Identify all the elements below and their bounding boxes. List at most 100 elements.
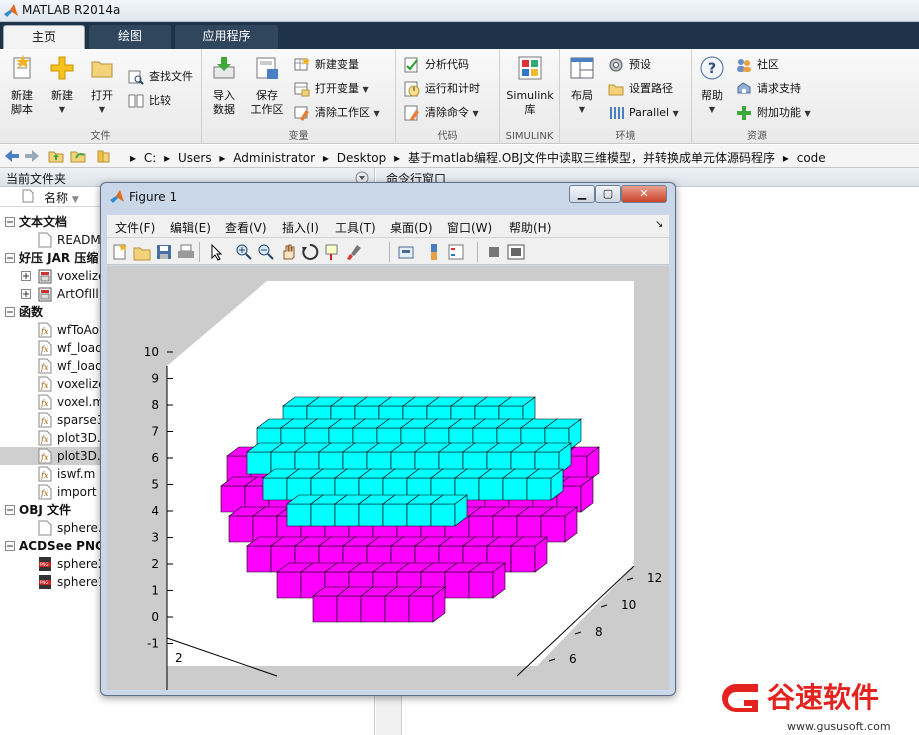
tab-plots[interactable]: 绘图 [89,25,171,49]
new-figure-icon[interactable] [111,243,129,261]
minus-icon[interactable] [5,217,15,227]
help-button[interactable]: ? 帮助 ▼ [696,55,728,117]
request-support-button[interactable]: 请求支持 [736,79,801,99]
function-icon: fx [38,376,52,392]
breadcrumb-item[interactable]: 基于matlab编程.OBJ文件中读取三维模型，并转换成单元体源码程序 [408,151,775,165]
legend-icon[interactable] [447,243,465,261]
find-files-button[interactable]: 查找文件 [128,67,193,87]
clear-workspace-button[interactable]: 清除工作区 ▼ [294,103,380,123]
print-icon[interactable] [177,243,195,261]
add-ons-button[interactable]: 附加功能 ▼ [736,103,811,123]
browse-folder-icon[interactable] [70,148,86,164]
hide-plot-tools-icon[interactable] [485,243,503,261]
zoom-in-icon[interactable] [235,243,253,261]
ribbon-group-file: 新建 脚本 新建 ▼ 打开 ▼ 查找文件 比较 文件 [0,49,202,144]
up-folder-icon[interactable] [48,148,64,164]
community-button[interactable]: 社区 [736,55,779,75]
simulink-library-button[interactable]: Simulink 库 [504,55,556,117]
import-data-icon [213,57,235,79]
breadcrumb-item[interactable]: C: [144,151,156,165]
menu-insert[interactable]: 插入(I) [282,219,319,236]
open-variable-label: 打开变量 [315,82,359,95]
brush-icon[interactable] [345,243,363,261]
crumb-separator-icon: ▸ [219,151,226,165]
minimize-button[interactable]: ▁ [569,185,595,203]
link-icon[interactable] [397,243,415,261]
voxel-plot[interactable]: 109876543210-11210862 [107,266,669,690]
back-arrow-icon[interactable] [4,148,20,164]
data-cursor-icon[interactable] [323,243,341,261]
tab-apps[interactable]: 应用程序 [175,25,278,49]
watermark-url: www.gususoft.com [787,720,891,733]
compare-button[interactable]: 比较 [128,91,171,111]
plus-icon[interactable] [21,289,31,299]
menu-tools[interactable]: 工具(T) [335,219,376,236]
menu-file[interactable]: 文件(F) [115,219,155,236]
rotate-icon[interactable] [301,243,319,261]
y-tick-label: 8 [595,625,603,639]
plus-icon[interactable] [21,271,31,281]
menu-edit[interactable]: 编辑(E) [170,219,211,236]
breadcrumb-item[interactable]: Desktop [337,151,387,165]
clear-commands-button[interactable]: 清除命令 ▼ [404,103,479,123]
breadcrumb-item[interactable]: code [797,151,826,165]
minus-icon[interactable] [5,505,15,515]
save-workspace-button[interactable]: 保存 工作区 [246,55,288,117]
menu-desktop[interactable]: 桌面(D) [390,219,433,236]
svg-text:fx: fx [40,345,49,354]
sort-arrow-icon: ▼ [71,195,79,205]
maximize-button[interactable]: ▢ [595,185,621,203]
help-icon: ? [700,56,724,80]
function-icon: fx [38,394,52,410]
svg-text:fx: fx [40,417,49,426]
breadcrumb-item[interactable]: Administrator [233,151,315,165]
tab-home[interactable]: 主页 [3,25,85,49]
breadcrumb-item[interactable]: Users [178,151,212,165]
pan-icon[interactable] [279,243,297,261]
colorbar-icon[interactable] [425,243,443,261]
save-icon[interactable] [155,243,173,261]
z-tick-label: 0 [151,610,159,624]
crumb-separator-icon: ▸ [782,151,789,165]
set-path-icon [608,84,624,96]
preferences-button[interactable]: 预设 [608,55,651,75]
minus-icon[interactable] [5,307,15,317]
voxel-front-face [246,545,272,573]
show-plot-tools-icon[interactable] [507,243,525,261]
close-button[interactable]: ✕ [621,185,667,203]
new-script-button[interactable]: 新建 脚本 [4,55,40,117]
menu-view[interactable]: 查看(V) [225,219,267,236]
forward-arrow-icon[interactable] [24,148,40,164]
open-icon[interactable] [133,243,151,261]
ribbon-group-environment: 布局 ▼ 预设 设置路径 Parallel ▼ 环境 [560,49,692,144]
svg-text:fx: fx [40,363,49,372]
import-data-button[interactable]: 导入 数据 [206,55,242,117]
clear-commands-label: 清除命令 [425,106,469,119]
zoom-out-icon[interactable] [257,243,275,261]
minus-icon[interactable] [5,253,15,263]
analyze-code-button[interactable]: 分析代码 [404,55,469,75]
figure-window[interactable]: Figure 1 ▁ ▢ ✕ 文件(F) 编辑(E) 查看(V) 插入(I) 工… [100,182,676,696]
chevron-down-icon: ▼ [472,109,479,118]
tree-group-label: 文本文档 [19,215,68,229]
request-support-icon [737,82,751,94]
figure-canvas[interactable]: 10 9 8 7 6 5 4 3 2 1 0 -1 12 10 8 6 2 [107,266,669,690]
menu-window[interactable]: 窗口(W) [447,219,492,236]
menu-help[interactable]: 帮助(H) [509,219,551,236]
new-button[interactable]: 新建 ▼ [44,55,80,117]
dock-arrow-icon[interactable]: ↘ [655,219,663,230]
minus-icon[interactable] [5,541,15,551]
set-path-button[interactable]: 设置路径 [608,79,673,99]
parallel-label: Parallel [629,106,670,119]
figure-menubar: 文件(F) 编辑(E) 查看(V) 插入(I) 工具(T) 桌面(D) 窗口(W… [107,215,669,237]
parallel-button[interactable]: Parallel ▼ [608,103,679,123]
voxel-front-face [468,571,494,599]
figure-titlebar[interactable]: Figure 1 ▁ ▢ ✕ [101,183,675,211]
new-variable-button[interactable]: 新建变量 [294,55,359,75]
function-icon: fx [38,358,52,374]
open-variable-button[interactable]: 打开变量 ▼ [294,79,369,99]
open-button[interactable]: 打开 ▼ [84,55,120,117]
layout-button[interactable]: 布局 ▼ [566,55,598,117]
run-and-time-button[interactable]: 运行和计时 [404,79,480,99]
pointer-icon[interactable] [207,243,225,261]
